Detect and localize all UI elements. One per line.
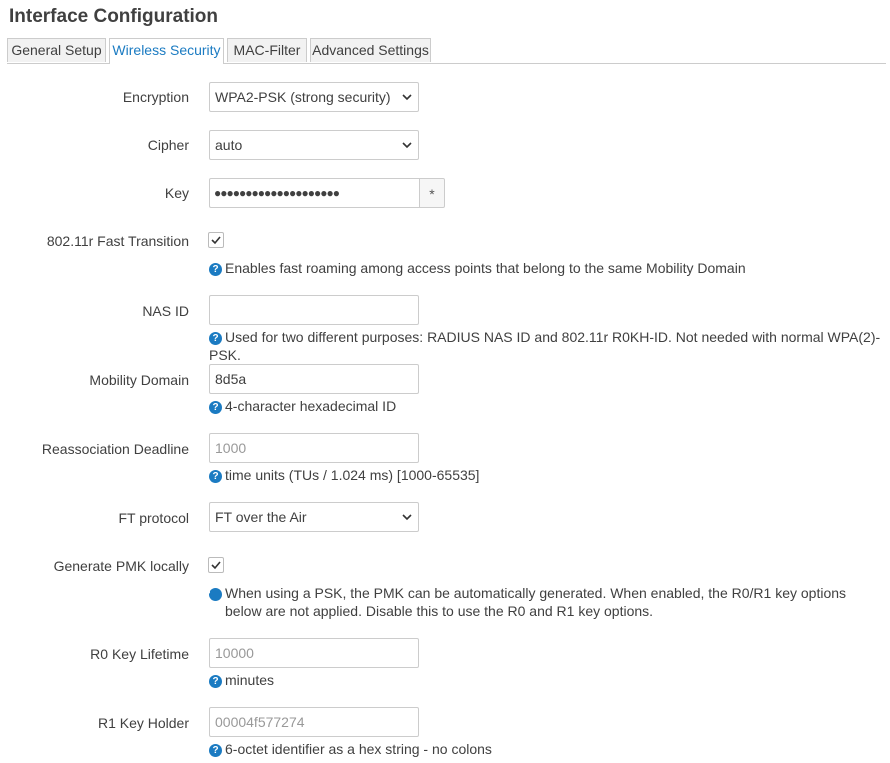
- reassoc-deadline-help: ? time units (TUs / 1.024 ms) [1000-65535…: [209, 466, 479, 484]
- mobility-domain-help: ? 4-character hexadecimal ID: [209, 397, 396, 415]
- reassoc-deadline-label: Reassociation Deadline: [41, 441, 189, 457]
- help-circle-icon: ?: [209, 401, 222, 414]
- mobility-domain-input[interactable]: 8d5a: [209, 364, 419, 394]
- r0-lifetime-help: ? minutes: [209, 671, 274, 689]
- chevron-down-icon: [402, 142, 412, 149]
- mobility-domain-label: Mobility Domain: [89, 372, 189, 388]
- help-circle-icon: ?: [204, 588, 222, 601]
- tab-general-setup[interactable]: General Setup: [7, 38, 106, 62]
- reassoc-deadline-input[interactable]: 1000: [209, 433, 419, 463]
- r0-lifetime-label: R0 Key Lifetime: [90, 646, 189, 662]
- key-input[interactable]: ●●●●●●●●●●●●●●●●●●●●: [209, 178, 419, 208]
- encryption-select[interactable]: WPA2-PSK (strong security): [209, 82, 419, 112]
- encryption-value: WPA2-PSK (strong security): [215, 89, 391, 105]
- help-circle-icon: ?: [209, 470, 222, 483]
- check-icon: [211, 236, 221, 245]
- check-icon: [211, 561, 221, 570]
- r1-holder-input[interactable]: 00004f577274: [209, 707, 419, 737]
- cipher-value: auto: [215, 137, 243, 153]
- key-reveal-button[interactable]: *: [419, 178, 445, 208]
- nas-id-help: ? Used for two different purposes: RADIUS…: [209, 329, 881, 363]
- nas-id-label: NAS ID: [142, 303, 189, 319]
- r1-holder-help: ? 6-octet identifier as a hex string - no…: [209, 740, 492, 758]
- ft-protocol-select[interactable]: FT over the Air: [209, 502, 419, 532]
- tab-mac-filter[interactable]: MAC-Filter: [227, 38, 307, 62]
- encryption-label: Encryption: [122, 89, 189, 105]
- chevron-down-icon: [402, 514, 412, 521]
- cipher-label: Cipher: [147, 137, 189, 153]
- tab-wireless-security[interactable]: Wireless Security: [109, 38, 224, 64]
- help-circle-icon: ?: [209, 332, 222, 345]
- help-circle-icon: ?: [209, 675, 222, 688]
- pmk-local-help: ? When using a PSK, the PMK can be automa…: [204, 585, 847, 619]
- tab-bar: General Setup Wireless Security MAC-Filt…: [7, 38, 886, 64]
- help-circle-icon: ?: [209, 263, 222, 276]
- r0-lifetime-input[interactable]: 10000: [209, 638, 419, 668]
- chevron-down-icon: [402, 94, 412, 101]
- ft-protocol-value: FT over the Air: [215, 509, 307, 525]
- page-title: Interface Configuration: [9, 6, 219, 27]
- fast-transition-help: ? Enables fast roaming among access point…: [209, 259, 746, 277]
- help-circle-icon: ?: [209, 744, 222, 757]
- fast-transition-label: 802.11r Fast Transition: [46, 233, 189, 249]
- pmk-local-label: Generate PMK locally: [53, 558, 189, 574]
- key-label: Key: [164, 185, 189, 201]
- ft-protocol-label: FT protocol: [118, 510, 189, 526]
- fast-transition-checkbox[interactable]: [208, 232, 224, 248]
- r1-holder-label: R1 Key Holder: [97, 715, 189, 731]
- tab-advanced-settings[interactable]: Advanced Settings: [310, 38, 431, 62]
- cipher-select[interactable]: auto: [209, 130, 419, 160]
- nas-id-input[interactable]: [209, 295, 419, 325]
- pmk-local-checkbox[interactable]: [208, 557, 224, 573]
